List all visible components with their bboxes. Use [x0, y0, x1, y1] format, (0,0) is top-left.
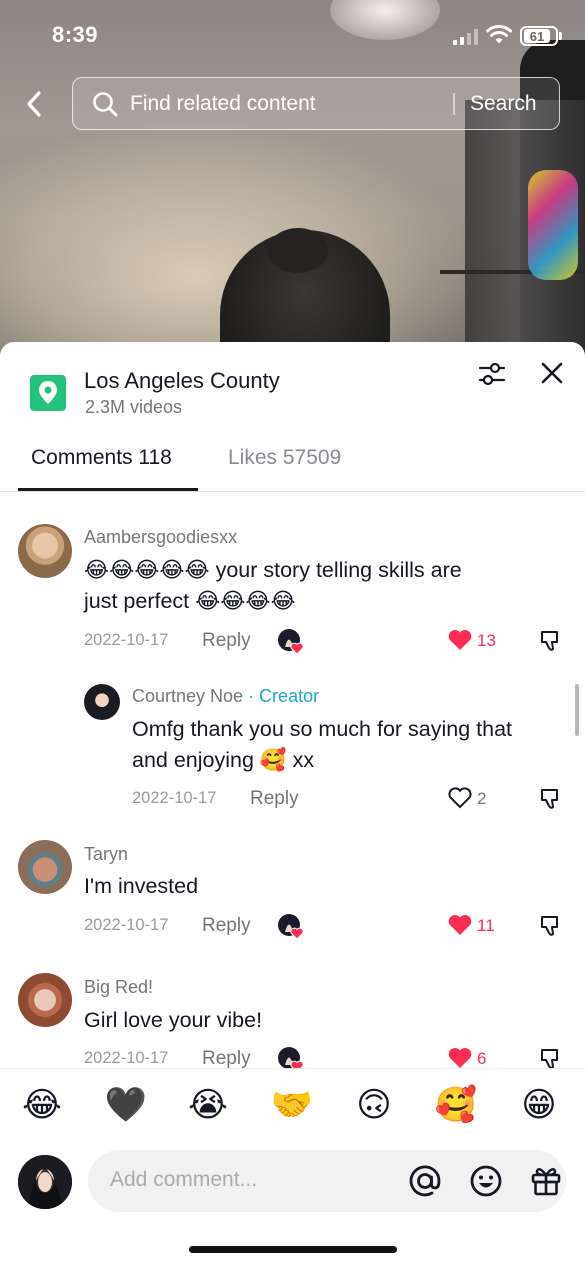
comment-text-line: just perfect 😂😂😂😂	[84, 589, 296, 613]
emoji-grin-button[interactable]: 😁	[517, 1085, 561, 1125]
chevron-left-icon	[27, 91, 41, 117]
comment-username[interactable]: Big Red!	[84, 977, 153, 998]
reply-username[interactable]: Courtney Noe	[132, 686, 243, 706]
scroll-indicator[interactable]	[575, 684, 579, 736]
emoji-black-heart-button[interactable]: 🖤	[104, 1085, 148, 1125]
current-user-avatar[interactable]	[18, 1155, 72, 1209]
search-button[interactable]: Search	[470, 92, 537, 116]
add-comment-input[interactable]: Add comment...	[88, 1150, 566, 1212]
comment-username[interactable]: Aambersgoodiesxx	[84, 527, 237, 548]
like-heart-icon[interactable]	[447, 913, 473, 937]
dislike-icon[interactable]	[538, 1047, 562, 1068]
emoji-upside-down-button[interactable]: 🙃	[352, 1085, 396, 1125]
avatar[interactable]	[18, 973, 72, 1027]
battery-level: 61	[524, 29, 550, 44]
avatar[interactable]	[18, 840, 72, 894]
location-pin-icon[interactable]	[30, 375, 66, 411]
status-bar: 8:39 61	[0, 0, 585, 72]
close-icon[interactable]	[540, 361, 564, 385]
emoji-picker-icon[interactable]	[469, 1164, 503, 1198]
search-divider	[453, 93, 455, 115]
like-heart-icon[interactable]	[447, 628, 473, 652]
filter-sliders-icon[interactable]	[478, 360, 506, 388]
comment-text: Girl love your vibe!	[84, 1008, 263, 1032]
avatar-image	[18, 1155, 72, 1209]
comments-tabs: Comments 118 Likes 57509	[0, 442, 585, 492]
comment-item: Big Red! Girl love your vibe! 2022-10-17…	[0, 973, 585, 1068]
search-input[interactable]: Find related content	[130, 92, 316, 116]
emoji-laugh-tears-button[interactable]: 😂	[20, 1085, 64, 1125]
avatar[interactable]	[18, 524, 72, 578]
wifi-icon	[486, 25, 512, 44]
comment-input-placeholder[interactable]: Add comment...	[110, 1168, 257, 1192]
like-heart-outline-icon[interactable]	[447, 786, 473, 810]
location-video-count: 2.3M videos	[85, 397, 183, 417]
like-count: 6	[477, 1049, 487, 1068]
comment-date: 2022-10-17	[84, 631, 169, 649]
home-indicator[interactable]	[189, 1246, 397, 1253]
creator-liked-badge-icon	[278, 1047, 304, 1068]
active-tab-indicator	[18, 488, 198, 491]
comment-text-line: 😂😂😂😂😂 your story telling skills are	[84, 558, 462, 582]
comment-text: 😂😂😂😂😂 your story telling skills are just…	[84, 555, 564, 617]
reply-button[interactable]: Reply	[202, 1048, 251, 1068]
like-count: 11	[477, 916, 495, 935]
gift-icon[interactable]	[529, 1163, 563, 1197]
cellular-signal-icon	[453, 29, 478, 45]
tab-comments[interactable]: Comments 118	[31, 446, 172, 470]
dislike-icon[interactable]	[538, 629, 562, 653]
dislike-icon[interactable]	[538, 914, 562, 938]
comment-date: 2022-10-17	[84, 1049, 169, 1067]
quick-emoji-bar: 😂 🖤 😭 🤝 🙃 🥰 😁	[0, 1068, 585, 1143]
emoji-smiling-hearts-button[interactable]: 🥰	[434, 1085, 478, 1125]
creator-tag: · Creator	[243, 686, 320, 706]
comment-date: 2022-10-17	[132, 789, 217, 807]
status-time: 8:39	[52, 22, 99, 47]
dislike-icon[interactable]	[538, 787, 562, 811]
comment-text-line: Omfg thank you so much for saying that	[132, 717, 513, 741]
comment-text: Omfg thank you so much for saying that a…	[132, 714, 572, 776]
search-bar[interactable]: Find related content Search	[72, 77, 560, 130]
search-icon	[93, 92, 118, 117]
reply-button[interactable]: Reply	[202, 915, 251, 937]
tab-likes[interactable]: Likes 57509	[228, 446, 341, 470]
location-title[interactable]: Los Angeles County	[84, 368, 280, 394]
comment-text-line: and enjoying 🥰 xx	[132, 748, 315, 772]
comment-username[interactable]: Courtney Noe · Creator	[132, 686, 319, 707]
mention-at-icon[interactable]	[408, 1164, 442, 1198]
like-count: 2	[477, 789, 487, 808]
comment-username[interactable]: Taryn	[84, 844, 128, 865]
reply-button[interactable]: Reply	[250, 788, 299, 810]
back-button[interactable]	[18, 86, 50, 122]
emoji-crying-button[interactable]: 😭	[186, 1085, 230, 1125]
battery-icon: 61	[520, 26, 558, 46]
avatar[interactable]	[84, 684, 120, 720]
comment-date: 2022-10-17	[84, 916, 169, 934]
emoji-handshake-button[interactable]: 🤝	[270, 1085, 314, 1125]
creator-liked-badge-icon	[278, 629, 304, 655]
creator-liked-badge-icon	[278, 914, 304, 940]
comment-text: I'm invested	[84, 874, 199, 898]
reply-button[interactable]: Reply	[202, 630, 251, 652]
like-heart-icon[interactable]	[447, 1046, 473, 1068]
like-count: 13	[477, 631, 496, 650]
